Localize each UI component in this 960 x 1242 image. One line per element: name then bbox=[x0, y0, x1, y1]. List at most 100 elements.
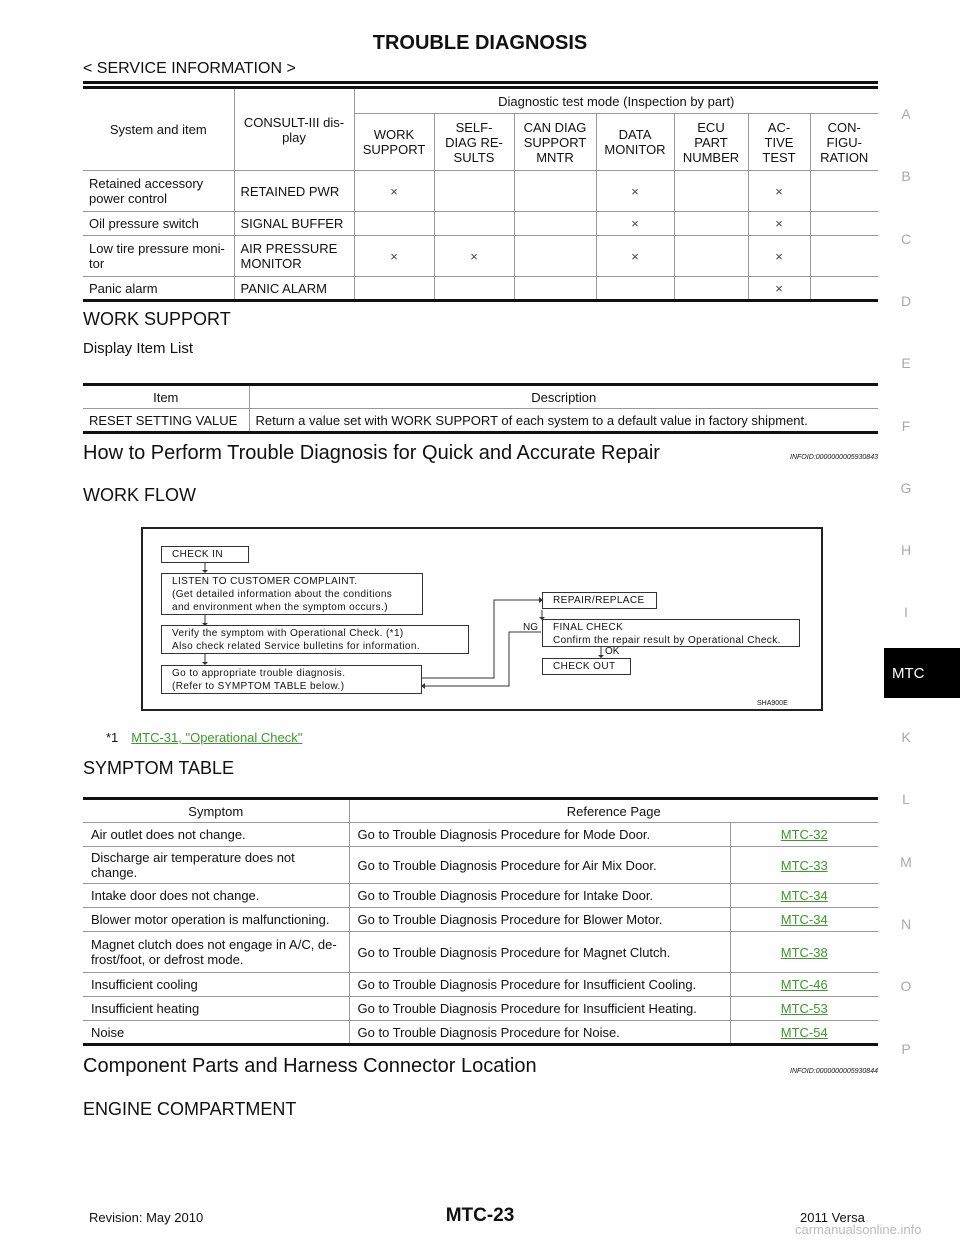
flow-text: FINAL CHECK bbox=[553, 622, 624, 633]
col-reference: Reference Page bbox=[348, 798, 878, 823]
symptom-cell: Insufficient cooling bbox=[83, 972, 350, 997]
mark-cell bbox=[595, 276, 675, 301]
reference-cell: Go to Trouble Diagnosis Procedure for In… bbox=[348, 883, 731, 908]
work-support-table: Item Description RESET SETTING VALUE Retur… bbox=[83, 383, 878, 434]
flow-text: (Get detailed information about the cond… bbox=[172, 589, 393, 600]
index-letter[interactable]: H bbox=[900, 542, 912, 558]
page-link[interactable]: MTC-32 bbox=[781, 827, 828, 842]
work-support-heading: WORK SUPPORT bbox=[83, 309, 231, 329]
symptom-cell: Intake door does not change. bbox=[83, 883, 350, 908]
index-letter[interactable]: B bbox=[900, 168, 912, 184]
symptom-table: Symptom Reference Page Air outlet does no… bbox=[83, 797, 878, 1046]
mark-cell: × bbox=[595, 170, 675, 212]
infoid: INFOID:0000000005930843 bbox=[790, 454, 878, 461]
table-row: Low tire pressure moni-tor AIR PRESSURE M… bbox=[83, 235, 878, 277]
flow-text: LISTEN TO CUSTOMER COMPLAINT. bbox=[172, 576, 358, 587]
ng-label: NG bbox=[523, 622, 538, 633]
mark-cell bbox=[353, 276, 435, 301]
col-mode: SELF-DIAG RE-SULTS bbox=[433, 113, 515, 171]
page-title: TROUBLE DIAGNOSIS bbox=[372, 32, 588, 54]
table-row: Retained accessory power control RETAINED… bbox=[83, 170, 878, 212]
index-letter[interactable]: A bbox=[900, 106, 912, 122]
index-letter[interactable]: M bbox=[900, 854, 912, 870]
reference-cell: Go to Trouble Diagnosis Procedure for No… bbox=[348, 1020, 731, 1045]
symptom-cell: Insufficient heating bbox=[83, 996, 350, 1021]
mark-cell: × bbox=[433, 235, 515, 277]
mark-cell bbox=[513, 235, 597, 277]
flow-text: (Refer to SYMPTOM TABLE below.) bbox=[172, 681, 345, 692]
work-flow-heading: WORK FLOW bbox=[83, 485, 196, 505]
table-row: Oil pressure switch SIGNAL BUFFER × × bbox=[83, 211, 878, 236]
display-cell: SIGNAL BUFFER bbox=[233, 211, 355, 236]
page-link[interactable]: MTC-46 bbox=[781, 977, 828, 992]
index-letter[interactable]: O bbox=[900, 978, 912, 994]
system-cell: Panic alarm bbox=[83, 276, 235, 301]
table-row: Intake door does not change. Go to Troubl… bbox=[83, 883, 878, 908]
page-link[interactable]: MTC-54 bbox=[781, 1025, 828, 1040]
table-row: Insufficient heating Go to Trouble Diagno… bbox=[83, 996, 878, 1021]
index-letter[interactable]: F bbox=[900, 418, 912, 434]
symptom-cell: Discharge air temperature does not chang… bbox=[83, 846, 350, 884]
item-cell: RESET SETTING VALUE bbox=[83, 408, 250, 433]
table-row: Magnet clutch does not engage in A/C, de… bbox=[83, 931, 878, 973]
table-row: Noise Go to Trouble Diagnosis Procedure f… bbox=[83, 1020, 878, 1045]
watermark: carmanualsonline.info bbox=[795, 1222, 922, 1237]
col-mode: DATA MONITOR bbox=[595, 113, 675, 171]
symptom-cell: Air outlet does not change. bbox=[83, 822, 350, 847]
table-row: Air outlet does not change. Go to Trouble… bbox=[83, 822, 878, 847]
operational-check-link[interactable]: MTC-31, "Operational Check" bbox=[131, 730, 302, 745]
page-link[interactable]: MTC-33 bbox=[781, 858, 828, 873]
symptom-table-heading: SYMPTOM TABLE bbox=[83, 758, 235, 778]
index-letter[interactable]: C bbox=[900, 231, 912, 247]
index-letter[interactable]: I bbox=[900, 604, 912, 620]
mark-cell bbox=[673, 276, 749, 301]
figure-id: SHA900E bbox=[757, 700, 788, 707]
mark-cell bbox=[513, 170, 597, 212]
mark-cell: × bbox=[747, 276, 811, 301]
final-check-box: FINAL CHECK Confirm the repair result by … bbox=[542, 619, 800, 647]
index-letter[interactable]: P bbox=[900, 1041, 912, 1057]
index-letter[interactable]: D bbox=[900, 293, 912, 309]
symptom-cell: Noise bbox=[83, 1020, 350, 1045]
mark-cell bbox=[513, 276, 597, 301]
work-flow-diagram: CHECK IN LISTEN TO CUSTOMER COMPLAINT. (G… bbox=[141, 527, 823, 711]
flow-text: Confirm the repair result by Operational… bbox=[553, 635, 781, 646]
page-link[interactable]: MTC-38 bbox=[781, 945, 828, 960]
table-row: Insufficient cooling Go to Trouble Diagno… bbox=[83, 972, 878, 997]
ok-label: OK bbox=[605, 646, 620, 657]
mark-cell bbox=[513, 211, 597, 236]
col-mode: CON-FIGU-RATION bbox=[809, 113, 878, 171]
col-mode: WORK SUPPORT bbox=[354, 113, 435, 171]
col-mode: CAN DIAG SUPPORT MNTR bbox=[513, 113, 597, 171]
index-letter[interactable]: K bbox=[900, 729, 912, 745]
table-row: Panic alarm PANIC ALARM × bbox=[83, 276, 878, 301]
page-link[interactable]: MTC-53 bbox=[781, 1001, 828, 1016]
mark-cell bbox=[809, 276, 878, 301]
symptom-cell: Blower motor operation is malfunctioning… bbox=[83, 907, 350, 932]
col-description: Description bbox=[248, 384, 878, 409]
flow-text: and environment when the symptom occurs.… bbox=[172, 602, 388, 613]
col-group: Diagnostic test mode (Inspection by part… bbox=[353, 87, 878, 114]
col-item: Item bbox=[83, 384, 250, 409]
verify-box: Verify the symptom with Operational Chec… bbox=[161, 625, 469, 654]
footnote-mark: *1 bbox=[106, 730, 119, 745]
page-link[interactable]: MTC-34 bbox=[781, 912, 828, 927]
reference-cell: Go to Trouble Diagnosis Procedure for In… bbox=[348, 996, 731, 1021]
index-letter[interactable]: G bbox=[900, 480, 912, 496]
mark-cell: × bbox=[353, 235, 435, 277]
mark-cell bbox=[673, 170, 749, 212]
reference-cell: Go to Trouble Diagnosis Procedure for Ma… bbox=[348, 931, 731, 973]
header-rule bbox=[83, 81, 878, 84]
mark-cell: × bbox=[747, 235, 811, 277]
index-letter[interactable]: N bbox=[900, 916, 912, 932]
section-tab-mtc[interactable]: MTC bbox=[884, 648, 960, 698]
flow-text: Verify the symptom with Operational Chec… bbox=[172, 628, 404, 639]
page-link[interactable]: MTC-34 bbox=[781, 888, 828, 903]
mark-cell: × bbox=[747, 211, 811, 236]
mark-cell: × bbox=[595, 235, 675, 277]
index-letter[interactable]: E bbox=[900, 355, 912, 371]
index-letter[interactable]: L bbox=[900, 791, 912, 807]
display-cell: RETAINED PWR bbox=[233, 170, 355, 212]
system-cell: Low tire pressure moni-tor bbox=[83, 235, 235, 277]
mark-cell bbox=[673, 211, 749, 236]
